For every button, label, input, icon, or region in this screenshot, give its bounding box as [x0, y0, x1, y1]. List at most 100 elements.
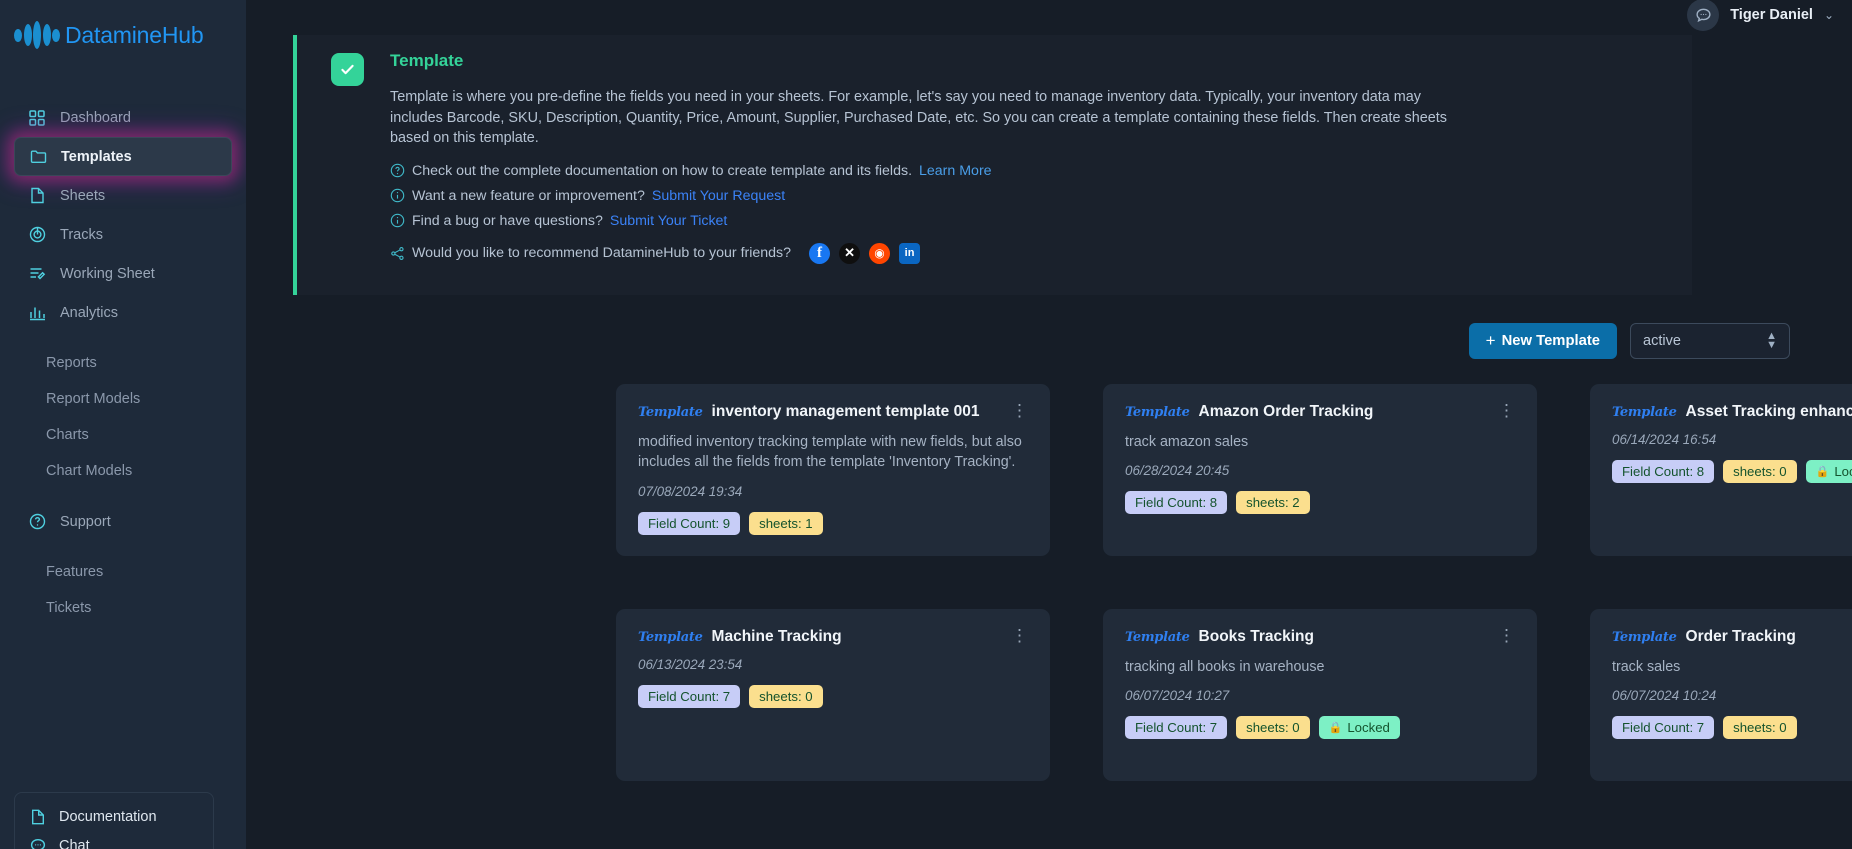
info-line-text: Want a new feature or improvement? [412, 187, 645, 204]
table-row[interactable]: Template Asset Tracking enhance ⋮ 06/14/… [1590, 383, 1852, 556]
template-badge: Template [638, 404, 703, 420]
app-root: DatamineHub Dashboard Templates Sheets T… [0, 0, 1852, 849]
sidebar-item-working-sheet[interactable]: Working Sheet [14, 254, 232, 293]
sidebar-item-features[interactable]: Features [14, 554, 232, 590]
bar-chart-icon [28, 304, 46, 322]
sidebar-item-sheets[interactable]: Sheets [14, 176, 232, 215]
template-badge: Template [1612, 629, 1677, 645]
reddit-icon[interactable]: ◉ [869, 242, 891, 264]
sidebar-item-tickets[interactable]: Tickets [14, 590, 232, 626]
card-title: Books Tracking [1198, 627, 1314, 645]
folder-icon [29, 148, 47, 166]
field-count-badge: Field Count: 7 [638, 684, 741, 708]
plus-icon: + [1485, 330, 1496, 350]
sidebar-item-documentation[interactable]: Documentation [15, 802, 213, 831]
sidebar-item-dashboard[interactable]: Dashboard [14, 98, 232, 137]
status-filter[interactable]: active ▲ ▼ [1630, 322, 1790, 359]
info-circle-icon [390, 213, 405, 228]
info-title: Template [390, 51, 464, 70]
info-panel: Template Template is where you pre-defin… [293, 35, 1692, 295]
table-row[interactable]: Template Amazon Order Tracking ⋮ track a… [1103, 383, 1537, 556]
social-links: f ✕ ◉ in [809, 242, 921, 264]
info-circle-icon [390, 188, 405, 203]
facebook-icon[interactable]: f [809, 242, 831, 264]
chevron-down-icon[interactable]: ⌄ [1824, 8, 1834, 22]
document-icon [28, 187, 46, 205]
template-badge: Template [1125, 629, 1190, 645]
linkedin-icon[interactable]: in [899, 242, 921, 264]
card-title: Machine Tracking [711, 627, 842, 645]
card-description: track sales [1612, 658, 1681, 675]
sidebar-item-reports[interactable]: Reports [14, 345, 232, 381]
info-paragraph: Template is where you pre-define the fie… [390, 89, 1447, 146]
card-title: Asset Tracking enhance [1685, 402, 1852, 420]
topbar: Tiger Daniel ⌄ [1687, 0, 1852, 31]
document-icon [29, 808, 46, 825]
x-twitter-icon[interactable]: ✕ [839, 242, 861, 264]
submit-ticket-link[interactable]: Submit Your Ticket [610, 213, 728, 229]
card-title: Order Tracking [1685, 627, 1796, 645]
card-title: inventory management template 001 [711, 402, 980, 420]
card-date: 06/14/2024 16:54 [1612, 431, 1717, 447]
info-line-feature-request: Want a new feature or improvement? Submi… [390, 188, 1450, 204]
card-description: tracking all books in warehouse [1125, 658, 1325, 675]
sidebar-footer-label: Documentation [59, 808, 157, 825]
card-header: Template inventory management template 0… [638, 402, 1028, 421]
question-circle-icon [390, 163, 405, 178]
sidebar-item-report-models[interactable]: Report Models [14, 381, 232, 417]
card-date: 06/07/2024 10:24 [1612, 688, 1717, 703]
template-badge: Template [638, 629, 703, 645]
sidebar-item-label: Analytics [60, 304, 119, 321]
more-options-icon[interactable]: ⋮ [1490, 627, 1515, 644]
more-options-icon[interactable]: ⋮ [1003, 627, 1028, 644]
info-line-share: Would you like to recommend DatamineHub … [390, 242, 1450, 264]
field-count-badge: Field Count: 8 [1125, 491, 1228, 514]
field-count-badge: Field Count: 9 [638, 511, 741, 535]
avatar[interactable] [1687, 0, 1720, 31]
submit-request-link[interactable]: Submit Your Request [652, 188, 785, 204]
sidebar-item-chat[interactable]: Chat [15, 831, 213, 849]
sheets-count-badge: sheets: 0 [1723, 459, 1797, 483]
sidebar-item-support[interactable]: Support [14, 502, 232, 541]
info-line-bug-report: Find a bug or have questions? Submit You… [390, 213, 1450, 229]
card-header: Template Order Tracking ⋮ [1612, 628, 1852, 646]
new-template-button[interactable]: + New Template [1468, 322, 1617, 359]
card-title: Amazon Order Tracking [1198, 402, 1374, 420]
table-row[interactable]: Template Order Tracking ⋮ track sales 06… [1590, 608, 1852, 781]
locked-badge: 🔒 Locked [1805, 459, 1852, 483]
sheets-count-badge: sheets: 0 [1723, 716, 1797, 739]
table-row[interactable]: Template inventory management template 0… [616, 383, 1050, 556]
sidebar-item-analytics[interactable]: Analytics [14, 293, 232, 332]
sheets-count-badge: sheets: 0 [1236, 716, 1310, 739]
toolbar: + New Template active ▲ ▼ [246, 322, 1790, 359]
card-description: track amazon sales [1125, 433, 1249, 450]
target-icon [28, 226, 46, 244]
sidebar-item-chart-models[interactable]: Chart Models [14, 453, 232, 489]
table-row[interactable]: Template Machine Tracking ⋮ 06/13/2024 2… [616, 608, 1050, 781]
card-header: Template Amazon Order Tracking ⋮ [1125, 402, 1515, 421]
table-row[interactable]: Template Books Tracking ⋮ tracking all b… [1103, 608, 1537, 781]
locked-label: Locked [1347, 720, 1390, 735]
sheets-count-badge: sheets: 1 [749, 511, 823, 535]
sidebar-item-tracks[interactable]: Tracks [14, 215, 232, 254]
brand[interactable]: DatamineHub [0, 0, 246, 56]
new-template-label: New Template [1501, 332, 1600, 349]
sheets-count-badge: sheets: 2 [1236, 491, 1310, 514]
main-content: Tiger Daniel ⌄ Template Template is wher… [246, 0, 1852, 849]
more-options-icon[interactable]: ⋮ [1490, 402, 1515, 419]
card-header: Template Asset Tracking enhance ⋮ [1612, 403, 1852, 421]
question-circle-icon [28, 513, 46, 531]
field-count-badge: Field Count: 8 [1612, 459, 1715, 483]
info-body: Template Template is where you pre-defin… [390, 51, 1450, 273]
locked-label: Locked [1834, 463, 1852, 479]
info-line-text: Check out the complete documentation on … [412, 162, 913, 179]
locked-badge: 🔒 Locked [1318, 716, 1400, 739]
learn-more-link[interactable]: Learn More [919, 163, 992, 179]
status-filter-select[interactable]: active ▲ ▼ [1630, 322, 1790, 359]
brand-name: DatamineHub [65, 21, 204, 48]
sidebar-item-templates[interactable]: Templates [14, 137, 232, 176]
sidebar-item-charts[interactable]: Charts [14, 417, 232, 453]
grid-icon [28, 109, 46, 127]
more-options-icon[interactable]: ⋮ [1003, 402, 1028, 419]
share-text: Would you like to recommend DatamineHub … [412, 245, 792, 261]
